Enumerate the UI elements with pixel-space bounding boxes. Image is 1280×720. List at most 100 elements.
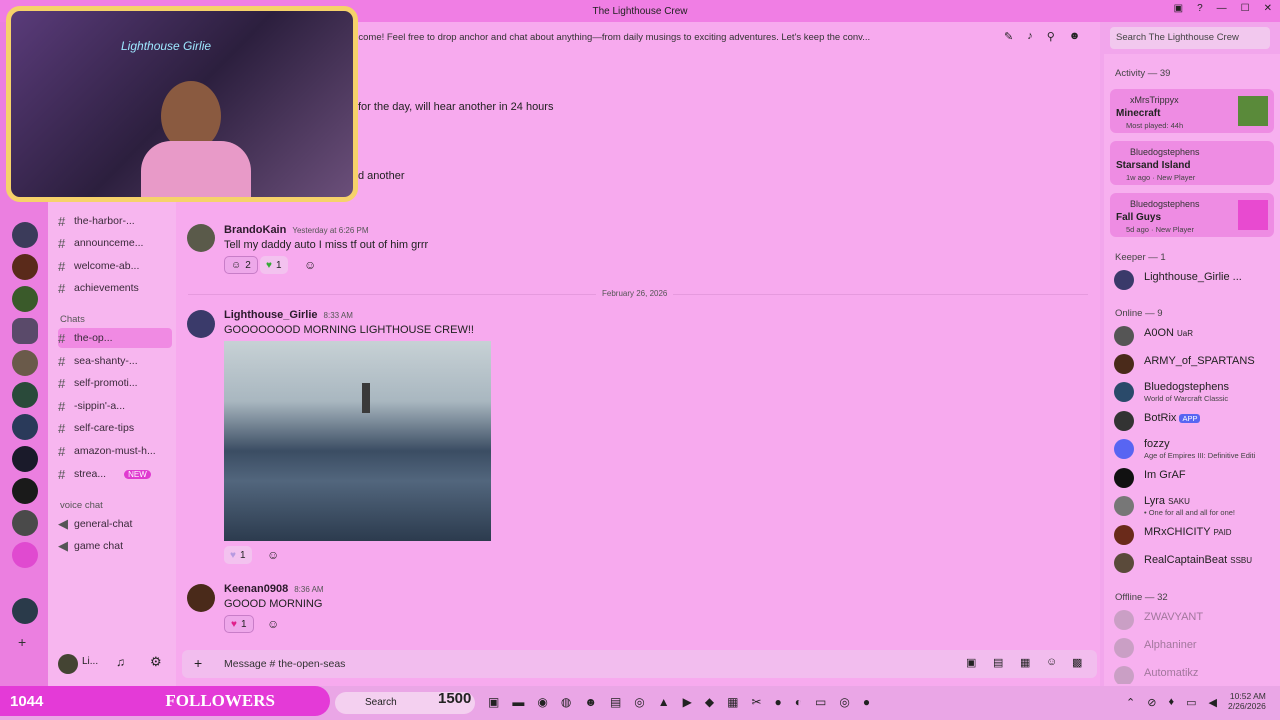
channel-item[interactable]: # the-harbor-... (58, 211, 172, 231)
app-icon[interactable]: ● (863, 695, 870, 709)
help-icon[interactable]: ? (1197, 3, 1203, 14)
search-input[interactable]: Search The Lighthouse Crew (1110, 27, 1270, 49)
server-icon[interactable] (12, 414, 38, 440)
media-icon[interactable]: ▶ (683, 695, 692, 709)
channel-item[interactable]: # strea... NEW (58, 464, 172, 484)
category-chats[interactable]: Chats (60, 314, 85, 325)
app-icon[interactable]: ◆ (705, 695, 714, 709)
avatar[interactable] (58, 654, 78, 674)
chrome-icon[interactable]: ◎ (634, 695, 644, 709)
channel-item[interactable]: # announceme... (58, 233, 172, 253)
headphones-icon[interactable]: ♫ (116, 655, 125, 669)
add-reaction-icon[interactable]: ☺ (267, 617, 279, 631)
channel-item[interactable]: # -sippin'-a... (58, 396, 172, 416)
sticker-icon[interactable]: ▦ (1020, 656, 1030, 669)
gear-icon[interactable]: ⚙ (150, 654, 162, 670)
member-item[interactable]: Bluedogstephens World of Warcraft Classic (1114, 380, 1274, 404)
steam-icon[interactable]: ◍ (561, 695, 571, 709)
app-icon[interactable]: ▭ (815, 695, 826, 709)
pin-icon[interactable]: ⚲ (1047, 30, 1055, 43)
close-icon[interactable]: ✕ (1264, 3, 1272, 14)
member-item[interactable]: RealCaptainBeat SSBU (1114, 551, 1274, 575)
server-icon[interactable] (12, 542, 38, 568)
reaction[interactable]: ♥ 1 (224, 546, 252, 564)
avatar[interactable] (187, 224, 215, 252)
network-icon[interactable]: ⊘ (1147, 696, 1156, 709)
activity-card[interactable]: Bluedogstephens Starsand Island 1w ago ·… (1110, 141, 1274, 185)
member-item[interactable]: Im GrAF (1114, 466, 1274, 490)
member-item[interactable]: Alphaniner (1114, 636, 1274, 660)
avatar[interactable] (187, 584, 215, 612)
voice-channel[interactable]: ◀ general-chat (58, 514, 172, 534)
gif-icon[interactable]: ▤ (993, 656, 1003, 669)
activity-header[interactable]: Activity — 39 (1115, 68, 1170, 79)
server-icon[interactable] (12, 350, 38, 376)
server-icon[interactable] (12, 510, 38, 536)
reaction[interactable]: ☺ 2 (224, 256, 258, 274)
chrome-icon[interactable]: ◎ (839, 695, 849, 709)
bell-icon[interactable]: ♪ (1027, 30, 1033, 43)
channel-item[interactable]: # welcome-ab... (58, 256, 172, 276)
server-icon[interactable] (12, 222, 38, 248)
server-icon[interactable] (12, 598, 38, 624)
monitor-icon[interactable]: ▭ (1186, 696, 1196, 709)
plus-icon[interactable]: + (194, 655, 202, 671)
add-server-icon[interactable]: + (18, 634, 26, 650)
member-item[interactable]: MRxCHICITY PAID (1114, 523, 1274, 547)
epic-icon[interactable]: ▤ (610, 695, 621, 709)
channel-item[interactable]: # amazon-must-h... (58, 441, 172, 461)
gift-icon[interactable]: ▣ (966, 656, 976, 669)
reaction[interactable]: ♥ 1 (260, 256, 288, 274)
avatar[interactable] (187, 310, 215, 338)
server-icon[interactable] (12, 254, 38, 280)
lighthouse-image[interactable] (224, 341, 491, 541)
members-icon[interactable]: ☻ (1069, 30, 1081, 43)
channel-item[interactable]: # self-care-tips (58, 418, 172, 438)
inbox-icon[interactable]: ▣ (1174, 3, 1183, 14)
server-icon[interactable] (12, 286, 38, 312)
member-item[interactable]: ARMY_of_SPARTANS (1114, 352, 1274, 376)
folder-icon[interactable]: ▬ (512, 695, 524, 709)
voice-channel[interactable]: ◀ game chat (58, 536, 172, 556)
channel-item[interactable]: # sea-shanty-... (58, 351, 172, 371)
member-item[interactable]: ZWAVYANT (1114, 608, 1274, 632)
app-icon[interactable]: ▲ (658, 695, 670, 709)
spotify-icon[interactable]: ● (775, 695, 782, 709)
member-item[interactable]: Lyra SAKU • One for all and all for one! (1114, 494, 1274, 518)
activity-card[interactable]: Bluedogstephens Fall Guys 5d ago · New P… (1110, 193, 1274, 237)
minimize-icon[interactable]: — (1217, 3, 1227, 14)
emoji-icon[interactable]: ☺ (1046, 656, 1057, 668)
server-icon[interactable] (12, 382, 38, 408)
apps-icon[interactable]: ▩ (1072, 656, 1082, 669)
server-icon[interactable] (12, 478, 38, 504)
category-voice[interactable]: voice chat (60, 500, 103, 511)
activity-card[interactable]: xMrsTrippyx Minecraft Most played: 44h (1110, 89, 1274, 133)
author-name[interactable]: BrandoKain (224, 224, 286, 236)
channel-item[interactable]: # achievements (58, 278, 172, 298)
server-icon[interactable] (12, 446, 38, 472)
calculator-icon[interactable]: ▦ (727, 695, 738, 709)
reaction[interactable]: ♥ 1 (224, 615, 254, 633)
discord-icon[interactable]: ☻ (584, 695, 597, 709)
channel-item[interactable]: # self-promoti... (58, 373, 172, 393)
member-item[interactable]: Lighthouse_Girlie ... (1114, 268, 1274, 292)
add-reaction-icon[interactable]: ☺ (267, 548, 279, 562)
threads-icon[interactable]: ✎ (1004, 30, 1013, 43)
author-name[interactable]: Lighthouse_Girlie (224, 309, 318, 321)
add-reaction-icon[interactable]: ☺ (304, 258, 316, 272)
channel-item-active[interactable]: # the-op... (58, 328, 172, 348)
capcut-icon[interactable]: ✂ (751, 695, 761, 709)
app-icon[interactable]: ◐ (795, 695, 802, 709)
message-input[interactable]: Message # the-open-seas (224, 658, 345, 670)
author-name[interactable]: Keenan0908 (224, 583, 288, 595)
member-item[interactable]: fozzy Age of Empires III: Definitive Edit… (1114, 437, 1274, 461)
member-item[interactable]: A0ON UaR (1114, 324, 1274, 348)
member-item[interactable]: BotRix APP (1114, 409, 1274, 433)
mic-icon[interactable]: ♦ (1168, 696, 1174, 709)
clock[interactable]: 10:52 AM 2/26/2026 (1228, 691, 1266, 711)
server-icon[interactable] (12, 318, 38, 344)
task-view-icon[interactable]: ▣ (488, 695, 499, 709)
edge-icon[interactable]: ◉ (537, 695, 547, 709)
maximize-icon[interactable]: ☐ (1241, 3, 1250, 14)
volume-icon[interactable]: ◀ (1208, 696, 1216, 709)
